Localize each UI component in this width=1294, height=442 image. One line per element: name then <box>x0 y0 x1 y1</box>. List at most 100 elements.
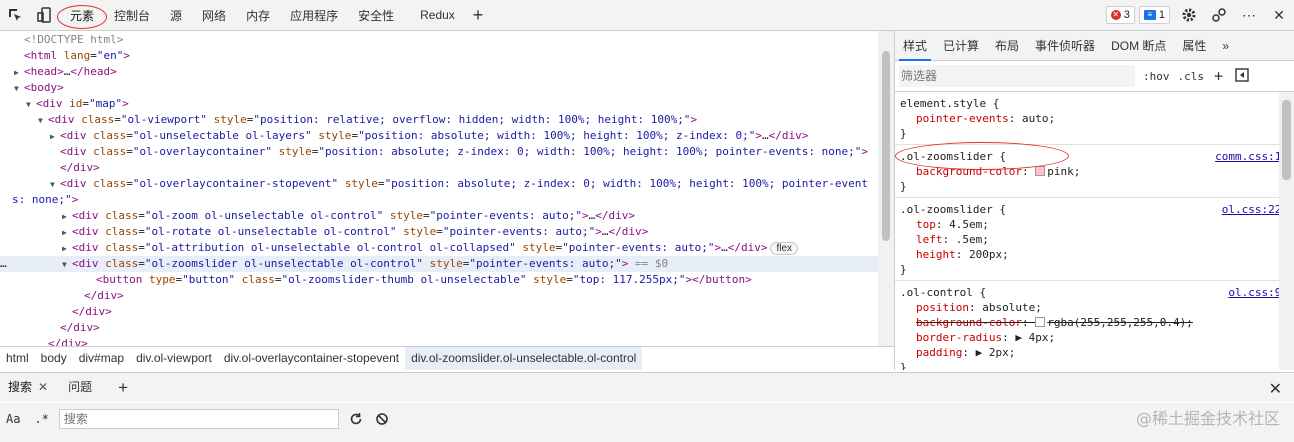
expand-arrow-down-icon[interactable]: ▼ <box>62 257 72 273</box>
tab-network[interactable]: 网络 <box>192 0 236 30</box>
dom-node[interactable]: <!DOCTYPE html> <box>0 32 878 48</box>
scrollbar-thumb[interactable] <box>882 51 890 241</box>
new-rule-button[interactable]: + <box>1214 67 1223 85</box>
expand-arrow-right-icon[interactable]: ▶ <box>50 129 60 145</box>
ellipsis-icon[interactable]: … <box>0 256 7 272</box>
css-property-value[interactable]: 4.5em; <box>949 218 989 231</box>
breadcrumb-item[interactable]: div.ol-overlaycontainer-stopevent <box>218 347 405 370</box>
add-drawer-tab-button[interactable]: + <box>110 373 136 402</box>
css-property-value[interactable]: ▶ 2px; <box>976 346 1016 359</box>
dom-node[interactable]: ▼ <div class="ol-overlaycontainer-stopeve… <box>0 176 878 192</box>
css-declaration[interactable]: border-radius: ▶ 4px; <box>900 330 1294 345</box>
dom-node[interactable]: </div> <box>0 160 878 176</box>
tab-layout[interactable]: 布局 <box>987 31 1027 61</box>
styles-scrollbar[interactable] <box>1279 92 1294 370</box>
css-property-name[interactable]: left <box>916 233 943 246</box>
dom-node[interactable]: ▶ <div class="ol-rotate ol-unselectable o… <box>0 224 878 240</box>
tab-issues[interactable]: 问题 <box>60 373 100 402</box>
dom-node[interactable]: </div> <box>0 320 878 336</box>
dom-tree-scrollbar[interactable] <box>878 31 894 346</box>
tab-search[interactable]: 搜索 ✕ <box>0 373 56 402</box>
css-rule[interactable]: .ol-zoomslider {ol.css:225 top: 4.5em; lef… <box>895 198 1294 281</box>
dom-node-selected[interactable]: … ▼ <div class="ol-zoomslider ol-unselecta… <box>0 256 878 272</box>
dom-tree[interactable]: <!DOCTYPE html> <html lang="en"> ▶ <head>…<… <box>0 31 878 346</box>
css-property-name[interactable]: height <box>916 248 956 261</box>
dom-node[interactable]: ▶ <div class="ol-zoom ol-unselectable ol-… <box>0 208 878 224</box>
tab-sources[interactable]: 源 <box>160 0 192 30</box>
scrollbar-thumb[interactable] <box>1282 100 1291 180</box>
expand-arrow-down-icon[interactable]: ▼ <box>14 81 24 97</box>
settings-gear-icon[interactable] <box>1174 0 1204 30</box>
customize-icon[interactable] <box>1204 0 1234 30</box>
close-tab-icon[interactable]: ✕ <box>38 380 48 394</box>
css-selector[interactable]: element.style { <box>900 96 1294 111</box>
dom-node[interactable]: ▶ <div class="ol-attribution ol-unselecta… <box>0 240 878 256</box>
add-tab-button[interactable]: + <box>465 5 492 26</box>
css-property-value[interactable]: ▶ 4px; <box>1015 331 1055 344</box>
message-count-badge[interactable]: ≡ 1 <box>1138 6 1170 24</box>
hover-state-button[interactable]: :hov <box>1143 70 1170 83</box>
expand-arrow-down-icon[interactable]: ▼ <box>50 177 60 193</box>
match-case-button[interactable]: Aa <box>2 412 24 426</box>
tab-dom-breakpoints[interactable]: DOM 断点 <box>1103 31 1174 61</box>
tab-computed[interactable]: 已计算 <box>935 31 987 61</box>
expand-arrow-right-icon[interactable]: ▶ <box>62 209 72 225</box>
dom-node[interactable]: </div> <box>0 304 878 320</box>
dom-node[interactable]: s: none;"> <box>0 192 878 208</box>
breadcrumb-item[interactable]: body <box>35 347 73 370</box>
css-property-value[interactable]: absolute; <box>982 301 1042 314</box>
source-link[interactable]: comm.css:10 <box>1215 149 1288 164</box>
expand-arrow-right-icon[interactable]: ▶ <box>62 241 72 257</box>
clear-icon[interactable] <box>369 406 395 432</box>
device-toolbar-icon[interactable] <box>30 0 60 30</box>
more-tabs-chevron-icon[interactable]: » <box>1214 31 1237 61</box>
dom-node[interactable]: <html lang="en"> <box>0 48 878 64</box>
expand-arrow-right-icon[interactable]: ▶ <box>14 65 24 81</box>
more-options-icon[interactable]: ⋯ <box>1234 0 1264 30</box>
refresh-icon[interactable] <box>343 406 369 432</box>
css-property-value[interactable]: rgba(255,255,255,0.4); <box>1047 316 1193 329</box>
css-rule[interactable]: .ol-zoomslider {comm.css:10 background-co… <box>895 145 1294 198</box>
toggle-sidebar-icon[interactable] <box>1235 67 1249 85</box>
inspect-element-icon[interactable] <box>0 0 30 30</box>
css-declaration[interactable]: top: 4.5em; <box>900 217 1294 232</box>
breadcrumb-item[interactable]: div#map <box>73 347 130 370</box>
breadcrumb-item-selected[interactable]: div.ol-zoomslider.ol-unselectable.ol-con… <box>405 347 643 370</box>
tab-styles[interactable]: 样式 <box>895 31 935 61</box>
css-property-value[interactable]: pink; <box>1047 165 1080 178</box>
css-property-name[interactable]: background-color <box>916 316 1022 329</box>
css-property-name[interactable]: padding <box>916 346 962 359</box>
css-declaration[interactable]: pointer-events: auto; <box>900 111 1294 126</box>
tab-redux[interactable]: Redux <box>410 0 465 30</box>
css-property-value[interactable]: .5em; <box>956 233 989 246</box>
css-property-value[interactable]: 200px; <box>969 248 1009 261</box>
expand-arrow-right-icon[interactable]: ▶ <box>62 225 72 241</box>
tab-elements[interactable]: 元素 <box>60 0 104 30</box>
dom-node[interactable]: <button type="button" class="ol-zoomslid… <box>0 272 878 288</box>
class-toggle-button[interactable]: .cls <box>1178 70 1205 83</box>
dom-node[interactable]: <div class="ol-overlaycontainer" style="… <box>0 144 878 160</box>
css-declaration[interactable]: position: absolute; <box>900 300 1294 315</box>
breadcrumb-item[interactable]: html <box>0 347 35 370</box>
dom-node[interactable]: ▶ <div class="ol-unselectable ol-layers" … <box>0 128 878 144</box>
dom-node[interactable]: </div> <box>0 336 878 346</box>
css-declaration[interactable]: background-color: rgba(255,255,255,0.4); <box>900 315 1294 330</box>
regex-button[interactable]: .* <box>30 412 52 426</box>
css-declaration[interactable]: background-color: pink; <box>900 164 1294 179</box>
expand-arrow-down-icon[interactable]: ▼ <box>38 113 48 129</box>
dom-node[interactable]: </div> <box>0 288 878 304</box>
color-swatch-icon[interactable] <box>1035 166 1046 176</box>
tab-console[interactable]: 控制台 <box>104 0 160 30</box>
css-declaration[interactable]: height: 200px; <box>900 247 1294 262</box>
css-property-name[interactable]: pointer-events <box>916 112 1009 125</box>
color-swatch-icon[interactable] <box>1035 317 1046 327</box>
styles-filter-input[interactable] <box>899 65 1135 87</box>
dom-node[interactable]: ▶ <head>…</head> <box>0 64 878 80</box>
tab-event-listeners[interactable]: 事件侦听器 <box>1027 31 1103 61</box>
css-property-name[interactable]: top <box>916 218 936 231</box>
tab-properties[interactable]: 属性 <box>1174 31 1214 61</box>
css-declaration[interactable]: left: .5em; <box>900 232 1294 247</box>
css-rule[interactable]: element.style {pointer-events: auto;} <box>895 92 1294 145</box>
css-property-name[interactable]: border-radius <box>916 331 1002 344</box>
css-property-name[interactable]: background-color <box>916 165 1022 178</box>
